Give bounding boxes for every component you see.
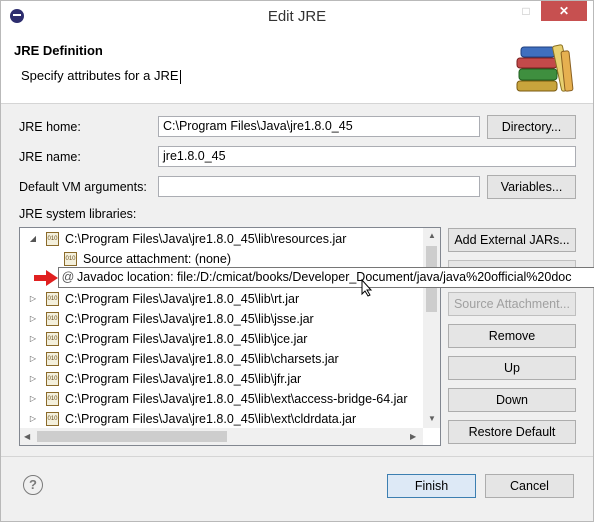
directory-button[interactable]: Directory...	[487, 115, 576, 139]
collapsed-icon[interactable]: ▷	[28, 349, 38, 369]
variables-button[interactable]: Variables...	[487, 175, 576, 199]
collapsed-icon[interactable]: ▷	[28, 369, 38, 389]
tree-item-label: C:\Program Files\Java\jre1.8.0_45\lib\ex…	[65, 412, 357, 426]
scroll-up-icon[interactable]: ▲	[428, 231, 436, 240]
dialog-header: JRE Definition Specify attributes for a …	[1, 31, 593, 104]
collapsed-icon[interactable]: ▷	[28, 309, 38, 329]
collapsed-icon[interactable]: ▷	[28, 389, 38, 409]
source-attachment-button[interactable]: Source Attachment...	[448, 292, 576, 316]
cancel-button[interactable]: Cancel	[485, 474, 574, 498]
scroll-right-icon[interactable]: ▶	[410, 432, 416, 441]
vertical-scrollbar[interactable]: ▲ ▼	[423, 228, 440, 428]
maximize-icon[interactable]: □	[513, 1, 539, 21]
collapsed-icon[interactable]: ▷	[28, 289, 38, 309]
jar-icon: 010	[46, 392, 59, 406]
jar-icon: 010	[46, 312, 59, 326]
tree-item-label: C:\Program Files\Java\jre1.8.0_45\lib\jc…	[65, 332, 308, 346]
books-icon	[516, 44, 574, 92]
collapsed-icon[interactable]: ▷	[28, 329, 38, 349]
scroll-down-icon[interactable]: ▼	[428, 414, 436, 423]
vm-args-field[interactable]	[158, 176, 480, 197]
horizontal-scroll-thumb[interactable]	[37, 431, 227, 442]
source-attachment-node[interactable]: 010 Source attachment: (none)	[20, 249, 423, 269]
tree-item[interactable]: ▷ 010 C:\Program Files\Java\jre1.8.0_45\li…	[20, 369, 423, 389]
libraries-label: JRE system libraries:	[19, 207, 137, 221]
expanded-icon[interactable]: ◢	[28, 229, 38, 249]
source-attachment-text: Source attachment: (none)	[83, 252, 231, 266]
help-icon[interactable]: ?	[23, 475, 43, 495]
tree-item-expanded[interactable]: ◢ 010 C:\Program Files\Java\jre1.8.0_45\…	[20, 229, 423, 249]
finish-button[interactable]: Finish	[387, 474, 476, 498]
footer-separator	[1, 456, 593, 457]
up-button[interactable]: Up	[448, 356, 576, 380]
header-title: JRE Definition	[14, 43, 103, 58]
jar-icon: 010	[46, 412, 59, 426]
tree-item[interactable]: ▷ 010 C:\Program Files\Java\jre1.8.0_45\li…	[20, 409, 423, 429]
remove-button[interactable]: Remove	[448, 324, 576, 348]
jar-icon: 010	[46, 232, 59, 246]
jar-icon: 010	[46, 292, 59, 306]
javadoc-location-node[interactable]: @ Javadoc location: file:/D:/cmicat/books…	[58, 267, 594, 288]
tree-item[interactable]: ▷ 010 C:\Program Files\Java\jre1.8.0_45\li…	[20, 329, 423, 349]
jre-name-field[interactable]: jre1.8.0_45	[158, 146, 576, 167]
collapsed-icon[interactable]: ▷	[28, 409, 38, 429]
close-button[interactable]: ✕	[541, 1, 587, 21]
jar-icon: 010	[46, 352, 59, 366]
jre-home-field[interactable]: C:\Program Files\Java\jre1.8.0_45	[158, 116, 480, 137]
vm-args-label: Default VM arguments:	[19, 180, 147, 194]
down-button[interactable]: Down	[448, 388, 576, 412]
at-sign-icon: @	[61, 270, 75, 284]
jre-home-label: JRE home:	[19, 120, 81, 134]
add-external-jars-button[interactable]: Add External JARs...	[448, 228, 576, 252]
restore-default-button[interactable]: Restore Default	[448, 420, 576, 444]
tree-item[interactable]: ▷ 010 C:\Program Files\Java\jre1.8.0_45\li…	[20, 389, 423, 409]
header-message: Specify attributes for a JRE	[21, 68, 179, 83]
jre-name-label: JRE name:	[19, 150, 81, 164]
tree-item-label: C:\Program Files\Java\jre1.8.0_45\lib\jf…	[65, 372, 302, 386]
source-attachment-icon: 010	[64, 252, 77, 266]
jre-libraries-tree[interactable]: ◢ 010 C:\Program Files\Java\jre1.8.0_45\…	[19, 227, 441, 446]
red-arrow-icon	[34, 270, 58, 286]
tree-item-label: C:\Program Files\Java\jre1.8.0_45\lib\ch…	[65, 352, 339, 366]
title-bar: Edit JRE □ ✕	[1, 1, 593, 31]
mouse-cursor-icon	[361, 279, 373, 297]
window-title: Edit JRE	[267, 8, 327, 25]
tree-item-label: C:\Program Files\Java\jre1.8.0_45\lib\rt…	[65, 292, 300, 306]
jar-icon: 010	[46, 332, 59, 346]
tree-item[interactable]: ▷ 010 C:\Program Files\Java\jre1.8.0_45\li…	[20, 309, 423, 329]
javadoc-location-text: Javadoc location: file:/D:/cmicat/books/…	[77, 270, 572, 284]
scroll-left-icon[interactable]: ◀	[24, 432, 30, 441]
tree-item[interactable]: ▷ 010 C:\Program Files\Java\jre1.8.0_45\li…	[20, 349, 423, 369]
tree-item-label: C:\Program Files\Java\jre1.8.0_45\lib\re…	[65, 232, 347, 246]
tree-item-label: C:\Program Files\Java\jre1.8.0_45\lib\ex…	[65, 392, 408, 406]
edit-jre-dialog: Edit JRE □ ✕ JRE Definition Specify attr…	[0, 0, 594, 522]
jar-icon: 010	[46, 372, 59, 386]
tree-item-label: C:\Program Files\Java\jre1.8.0_45\lib\js…	[65, 312, 314, 326]
horizontal-scrollbar[interactable]: ◀ ▶	[20, 428, 423, 445]
